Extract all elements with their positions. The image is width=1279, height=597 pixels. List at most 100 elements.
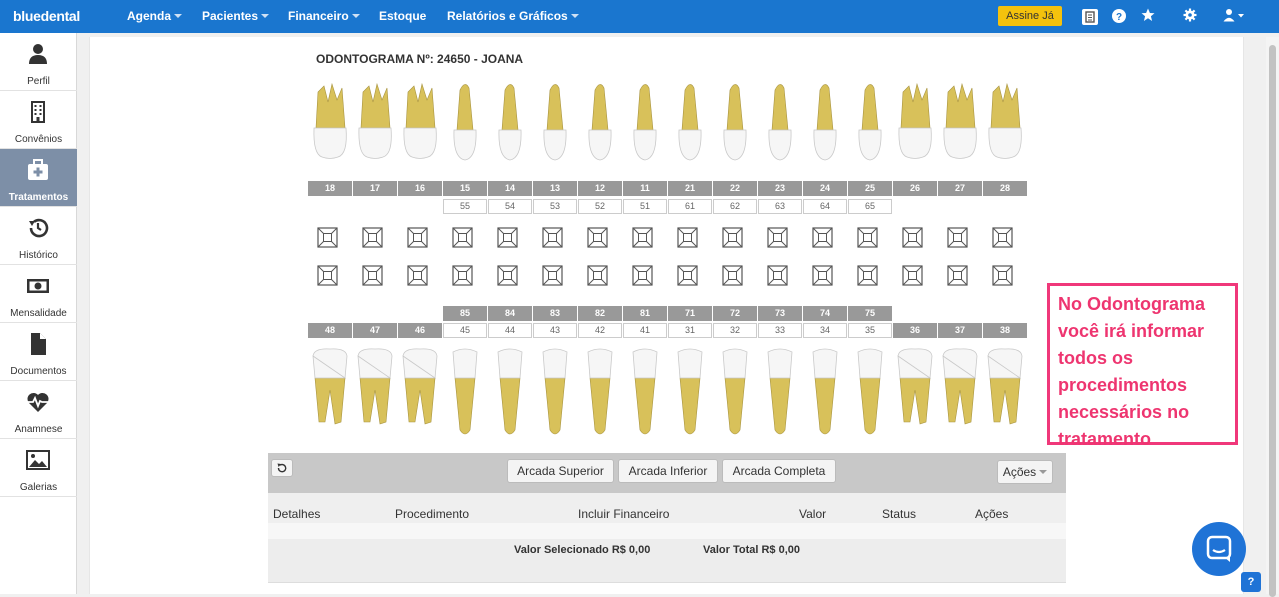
surface-lower-33[interactable] <box>767 265 788 286</box>
surface-lower-48[interactable] <box>317 265 338 286</box>
tooth-number-51[interactable]: 51 <box>623 199 667 214</box>
tooth-number-24[interactable]: 24 <box>803 181 847 196</box>
help-icon[interactable]: ? <box>1110 8 1128 26</box>
tooth-number-22[interactable]: 22 <box>713 181 757 196</box>
tooth-number-14[interactable]: 14 <box>488 181 532 196</box>
tooth-47[interactable] <box>355 346 395 436</box>
tooth-number-44[interactable]: 44 <box>488 323 532 338</box>
tooth-number-65[interactable]: 65 <box>848 199 892 214</box>
arcada-superior-button[interactable]: Arcada Superior <box>507 459 614 483</box>
tooth-number-18[interactable]: 18 <box>308 181 352 196</box>
tooth-22[interactable] <box>715 78 755 168</box>
clipboard-icon[interactable] <box>1082 9 1098 25</box>
tooth-44[interactable] <box>490 346 530 436</box>
tooth-number-35[interactable]: 35 <box>848 323 892 338</box>
undo-button[interactable] <box>271 459 293 477</box>
tooth-number-37[interactable]: 37 <box>938 323 982 338</box>
surface-lower-43[interactable] <box>542 265 563 286</box>
tooth-21[interactable] <box>670 78 710 168</box>
surface-lower-41[interactable] <box>632 265 653 286</box>
surface-upper-14[interactable] <box>497 227 518 248</box>
tooth-33[interactable] <box>760 346 800 436</box>
tooth-41[interactable] <box>625 346 665 436</box>
tooth-13[interactable] <box>535 78 575 168</box>
tooth-number-84[interactable]: 84 <box>488 306 532 321</box>
acoes-dropdown[interactable]: Ações <box>997 460 1053 484</box>
tooth-number-26[interactable]: 26 <box>893 181 937 196</box>
surface-upper-22[interactable] <box>722 227 743 248</box>
tooth-number-12[interactable]: 12 <box>578 181 622 196</box>
sidebar-item-tratamentos[interactable]: Tratamentos <box>0 149 77 207</box>
tooth-number-46[interactable]: 46 <box>398 323 442 338</box>
surface-upper-11[interactable] <box>632 227 653 248</box>
sidebar-item-anamnese[interactable]: Anamnese <box>0 381 77 439</box>
surface-lower-36[interactable] <box>902 265 923 286</box>
tooth-36[interactable] <box>895 346 935 436</box>
tooth-number-11[interactable]: 11 <box>623 181 667 196</box>
tooth-number-61[interactable]: 61 <box>668 199 712 214</box>
tooth-number-85[interactable]: 85 <box>443 306 487 321</box>
surface-lower-47[interactable] <box>362 265 383 286</box>
tooth-number-34[interactable]: 34 <box>803 323 847 338</box>
tooth-38[interactable] <box>985 346 1025 436</box>
tooth-number-64[interactable]: 64 <box>803 199 847 214</box>
surface-upper-28[interactable] <box>992 227 1013 248</box>
tooth-11[interactable] <box>625 78 665 168</box>
sidebar-item-documentos[interactable]: Documentos <box>0 323 77 381</box>
tooth-number-82[interactable]: 82 <box>578 306 622 321</box>
surface-upper-17[interactable] <box>362 227 383 248</box>
surface-upper-24[interactable] <box>812 227 833 248</box>
tooth-number-72[interactable]: 72 <box>713 306 757 321</box>
arcada-completa-button[interactable]: Arcada Completa <box>722 459 836 483</box>
tooth-number-71[interactable]: 71 <box>668 306 712 321</box>
surface-upper-27[interactable] <box>947 227 968 248</box>
sidebar-item-mensalidade[interactable]: Mensalidade <box>0 265 77 323</box>
tooth-number-31[interactable]: 31 <box>668 323 712 338</box>
tooth-number-63[interactable]: 63 <box>758 199 802 214</box>
surface-upper-15[interactable] <box>452 227 473 248</box>
surface-lower-35[interactable] <box>857 265 878 286</box>
tooth-35[interactable] <box>850 346 890 436</box>
tooth-number-27[interactable]: 27 <box>938 181 982 196</box>
tooth-number-25[interactable]: 25 <box>848 181 892 196</box>
nav-relatorios[interactable]: Relatórios e Gráficos <box>447 9 579 23</box>
gear-icon[interactable] <box>1181 8 1199 26</box>
sidebar-item-convenios[interactable]: Convênios <box>0 91 77 149</box>
tooth-48[interactable] <box>310 346 350 436</box>
tooth-12[interactable] <box>580 78 620 168</box>
surface-upper-18[interactable] <box>317 227 338 248</box>
tooth-number-74[interactable]: 74 <box>803 306 847 321</box>
help-icon[interactable]: ? <box>1241 572 1261 592</box>
tooth-23[interactable] <box>760 78 800 168</box>
tooth-number-45[interactable]: 45 <box>443 323 487 338</box>
sidebar-item-historico[interactable]: Histórico <box>0 207 77 265</box>
tooth-26[interactable] <box>895 78 935 168</box>
sidebar-item-galerias[interactable]: Galerias <box>0 439 77 497</box>
tooth-34[interactable] <box>805 346 845 436</box>
tooth-number-42[interactable]: 42 <box>578 323 622 338</box>
surface-upper-13[interactable] <box>542 227 563 248</box>
scrollbar[interactable] <box>1266 37 1279 597</box>
tooth-number-81[interactable]: 81 <box>623 306 667 321</box>
tooth-16[interactable] <box>400 78 440 168</box>
brand-logo[interactable]: bluedental <box>13 8 80 24</box>
tooth-number-47[interactable]: 47 <box>353 323 397 338</box>
user-menu-icon[interactable] <box>1222 8 1248 26</box>
nav-estoque[interactable]: Estoque <box>379 9 426 23</box>
tooth-number-43[interactable]: 43 <box>533 323 577 338</box>
tooth-17[interactable] <box>355 78 395 168</box>
tooth-24[interactable] <box>805 78 845 168</box>
arcada-inferior-button[interactable]: Arcada Inferior <box>618 459 718 483</box>
surface-lower-46[interactable] <box>407 265 428 286</box>
tooth-number-15[interactable]: 15 <box>443 181 487 196</box>
chat-button[interactable] <box>1192 522 1246 576</box>
surface-lower-42[interactable] <box>587 265 608 286</box>
surface-upper-23[interactable] <box>767 227 788 248</box>
tooth-number-23[interactable]: 23 <box>758 181 802 196</box>
surface-lower-34[interactable] <box>812 265 833 286</box>
tooth-43[interactable] <box>535 346 575 436</box>
tooth-46[interactable] <box>400 346 440 436</box>
tooth-number-17[interactable]: 17 <box>353 181 397 196</box>
tooth-18[interactable] <box>310 78 350 168</box>
tooth-number-62[interactable]: 62 <box>713 199 757 214</box>
